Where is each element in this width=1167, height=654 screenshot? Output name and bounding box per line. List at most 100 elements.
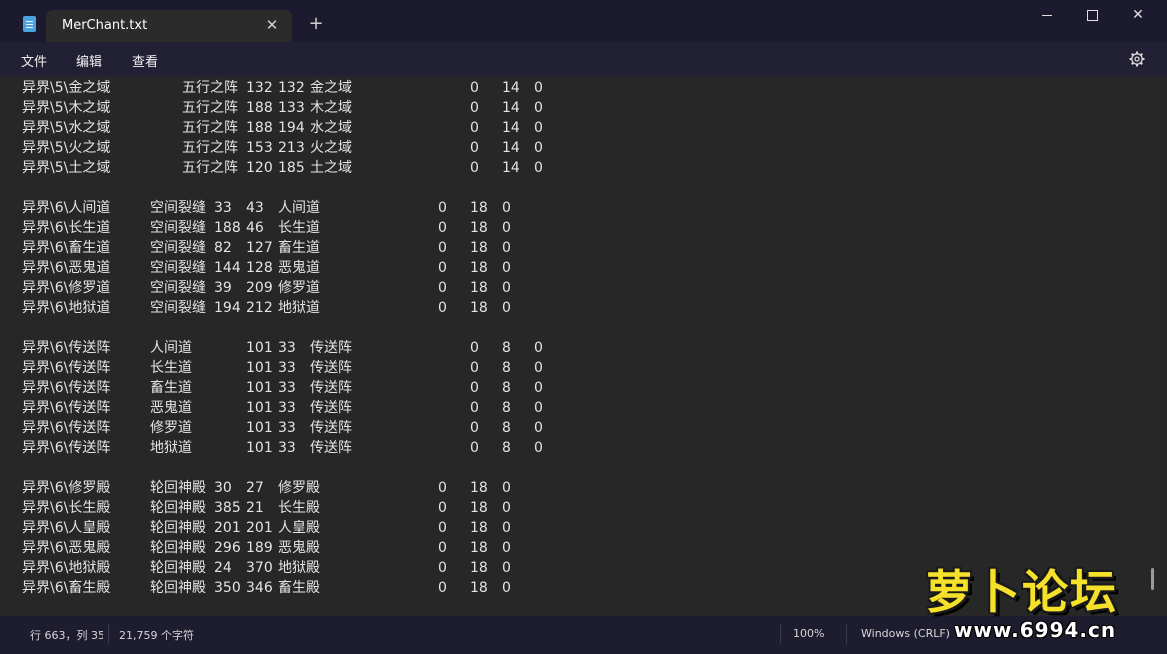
line-field: 18 bbox=[470, 300, 488, 316]
line-field: 101 bbox=[246, 420, 273, 436]
line-field: 0 bbox=[470, 440, 479, 456]
line-field: 修罗道 bbox=[150, 420, 192, 436]
new-tab-button[interactable]: + bbox=[306, 14, 326, 34]
line-field: 异界\6\传送阵 bbox=[22, 440, 111, 456]
line-field: 异界\6\人间道 bbox=[22, 200, 111, 216]
tab-title: MerChant.txt bbox=[62, 18, 148, 33]
close-button[interactable]: ✕ bbox=[1118, 4, 1158, 26]
line-field: 43 bbox=[246, 200, 264, 216]
line-field: 18 bbox=[470, 280, 488, 296]
line-field: 8 bbox=[502, 360, 511, 376]
line-field: 385 bbox=[214, 500, 241, 516]
line-field: 五行之阵 bbox=[182, 140, 238, 156]
line-field: 0 bbox=[438, 300, 447, 316]
line-field: 133 bbox=[278, 100, 305, 116]
line-field: 0 bbox=[438, 520, 447, 536]
title-bar: MerChant.txt ✕ + ✕ bbox=[0, 0, 1167, 42]
line-field: 0 bbox=[470, 380, 479, 396]
menu-view[interactable]: 查看 bbox=[132, 51, 158, 70]
line-field: 轮回神殿 bbox=[150, 480, 206, 496]
line-field: 火之域 bbox=[310, 140, 352, 156]
vertical-scrollbar[interactable] bbox=[1151, 568, 1154, 590]
line-field: 120 bbox=[246, 160, 273, 176]
menu-edit[interactable]: 编辑 bbox=[76, 51, 102, 70]
line-field: 296 bbox=[214, 540, 241, 556]
watermark-logo: 萝卜论坛 www.6994.cn bbox=[920, 548, 1150, 648]
line-field: 0 bbox=[534, 100, 543, 116]
line-field: 传送阵 bbox=[310, 360, 352, 376]
line-field: 轮回神殿 bbox=[150, 500, 206, 516]
line-field: 传送阵 bbox=[310, 440, 352, 456]
line-field: 五行之阵 bbox=[182, 160, 238, 176]
line-field: 长生殿 bbox=[278, 500, 320, 516]
maximize-icon bbox=[1086, 9, 1098, 21]
line-field: 异界\5\金之域 bbox=[22, 80, 111, 96]
line-field: 地狱道 bbox=[278, 300, 320, 316]
cursor-position[interactable]: 行 663，列 35 bbox=[30, 627, 103, 643]
tab-merchant[interactable]: MerChant.txt ✕ bbox=[46, 10, 292, 42]
line-field: 恶鬼道 bbox=[150, 400, 192, 416]
line-field: 18 bbox=[470, 480, 488, 496]
line-field: 0 bbox=[534, 360, 543, 376]
line-field: 8 bbox=[502, 380, 511, 396]
line-field: 0 bbox=[534, 160, 543, 176]
line-field: 101 bbox=[246, 400, 273, 416]
line-field: 0 bbox=[438, 240, 447, 256]
line-field: 194 bbox=[278, 120, 305, 136]
line-field: 33 bbox=[214, 200, 232, 216]
line-field: 0 bbox=[438, 200, 447, 216]
line-field: 0 bbox=[438, 480, 447, 496]
line-field: 异界\6\传送阵 bbox=[22, 400, 111, 416]
minimize-button[interactable] bbox=[1027, 4, 1067, 26]
line-field: 异界\5\水之域 bbox=[22, 120, 111, 136]
gear-icon[interactable] bbox=[1129, 51, 1145, 67]
line-field: 异界\6\长生殿 bbox=[22, 500, 111, 516]
line-field: 0 bbox=[534, 80, 543, 96]
line-field: 异界\6\畜生道 bbox=[22, 240, 111, 256]
line-field: 异界\6\地狱道 bbox=[22, 300, 111, 316]
line-field: 101 bbox=[246, 380, 273, 396]
line-field: 0 bbox=[438, 220, 447, 236]
line-field: 轮回神殿 bbox=[150, 560, 206, 576]
line-field: 异界\5\木之域 bbox=[22, 100, 111, 116]
minimize-icon bbox=[1042, 14, 1052, 16]
line-field: 153 bbox=[246, 140, 273, 156]
line-field: 188 bbox=[246, 100, 273, 116]
line-field: 0 bbox=[470, 100, 479, 116]
tab-close-icon[interactable]: ✕ bbox=[263, 15, 281, 35]
line-field: 212 bbox=[246, 300, 273, 316]
status-divider bbox=[108, 624, 109, 644]
line-field: 8 bbox=[502, 400, 511, 416]
maximize-button[interactable] bbox=[1072, 4, 1112, 26]
line-field: 轮回神殿 bbox=[150, 580, 206, 596]
menu-file[interactable]: 文件 bbox=[21, 51, 47, 70]
line-field: 异界\6\传送阵 bbox=[22, 340, 111, 356]
status-divider bbox=[846, 624, 847, 644]
line-field: 0 bbox=[502, 300, 511, 316]
line-field: 144 bbox=[214, 260, 241, 276]
line-field: 异界\6\人皇殿 bbox=[22, 520, 111, 536]
line-field: 18 bbox=[470, 580, 488, 596]
line-field: 人间道 bbox=[150, 340, 192, 356]
line-field: 0 bbox=[438, 580, 447, 596]
line-field: 传送阵 bbox=[310, 340, 352, 356]
line-field: 101 bbox=[246, 440, 273, 456]
line-field: 空间裂缝 bbox=[150, 200, 206, 216]
line-field: 恶鬼道 bbox=[278, 260, 320, 276]
line-field: 350 bbox=[214, 580, 241, 596]
text-editor[interactable]: 异界\5\金之域 五行之阵 132 132 金之域 0 14 0 异界\5\木之域 五行之阵 188… bbox=[0, 76, 1167, 616]
line-field: 0 bbox=[470, 80, 479, 96]
line-field: 异界\5\土之域 bbox=[22, 160, 111, 176]
line-field: 传送阵 bbox=[310, 420, 352, 436]
line-field: 畜生道 bbox=[150, 380, 192, 396]
line-field: 18 bbox=[470, 500, 488, 516]
line-field: 370 bbox=[246, 560, 273, 576]
line-field: 0 bbox=[438, 260, 447, 276]
line-field: 0 bbox=[438, 280, 447, 296]
zoom-level[interactable]: 100% bbox=[793, 627, 824, 640]
line-field: 长生道 bbox=[278, 220, 320, 236]
line-field: 空间裂缝 bbox=[150, 220, 206, 236]
line-field: 18 bbox=[470, 220, 488, 236]
watermark-url: www.6994.cn bbox=[954, 618, 1117, 642]
line-field: 14 bbox=[502, 80, 520, 96]
